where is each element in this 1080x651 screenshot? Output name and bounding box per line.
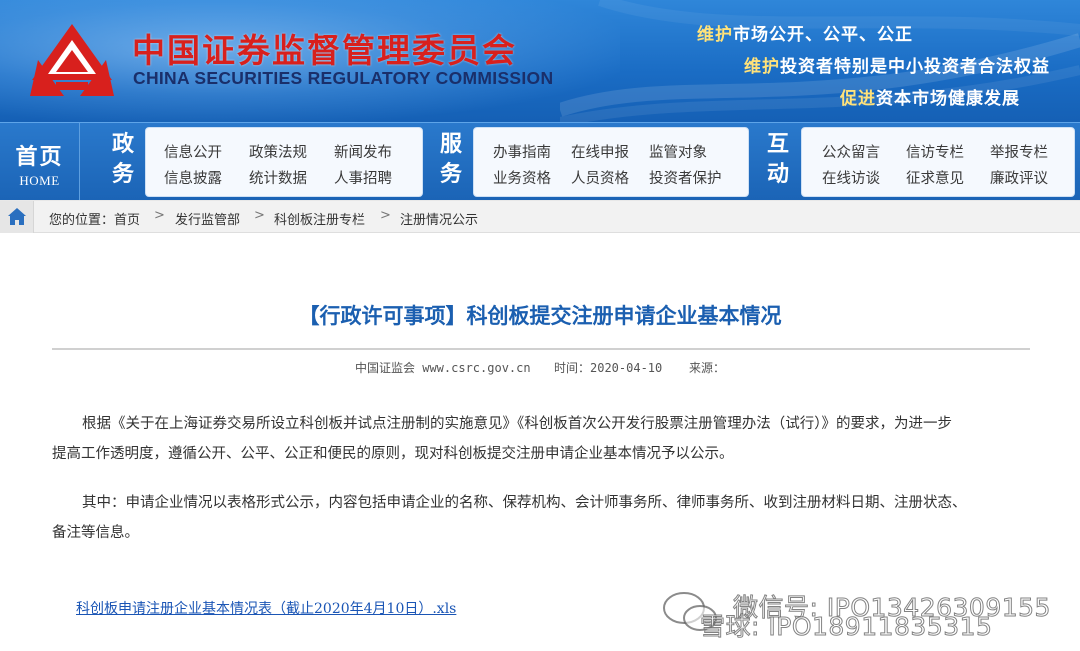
slogan-2-text: 投资者特别是中小投资者合法权益 <box>780 57 1050 77</box>
csrc-logo-icon[interactable] <box>30 20 114 98</box>
slogan-1-prefix: 维护 <box>697 25 733 45</box>
nav-link-policies[interactable]: 政策法规 <box>249 141 307 162</box>
slogan-1: 维护市场公开、公平、公正 <box>697 20 913 45</box>
nav-link-integrity-review[interactable]: 廉政评议 <box>990 167 1048 188</box>
nav-link-online-filing[interactable]: 在线申报 <box>571 141 629 162</box>
nav-category-interaction-bottom: 动 <box>766 161 789 187</box>
article-date: 时间：2020-04-10 <box>554 361 663 375</box>
slogan-2-prefix: 维护 <box>744 57 780 77</box>
breadcrumb: 您的位置：首页 > 发行监管部 > 科创板注册专栏 > 注册情况公示 <box>0 200 1080 233</box>
breadcrumb-item-issuance-dept[interactable]: 发行监管部 <box>175 209 240 228</box>
nav-category-service-top: 服 <box>439 131 462 157</box>
home-button-label-cn: 首页 <box>15 144 64 170</box>
nav-link-petition[interactable]: 信访专栏 <box>906 141 964 162</box>
nav-link-online-interview[interactable]: 在线访谈 <box>822 167 880 188</box>
breadcrumb-separator: > <box>380 208 391 223</box>
nav-box-government: 信息公开 政策法规 新闻发布 信息披露 统计数据 人事招聘 <box>145 127 423 197</box>
breadcrumb-item-home[interactable]: 您的位置：首页 <box>49 209 140 228</box>
nav-link-news[interactable]: 新闻发布 <box>334 141 392 162</box>
article-origin: 来源： <box>689 361 726 375</box>
slogan-3-prefix: 促进 <box>840 89 876 109</box>
site-header: 中国证券监督管理委员会 CHINA SECURITIES REGULATORY … <box>0 0 1080 122</box>
nav-category-service: 服 务 <box>431 129 471 195</box>
nav-link-consultation[interactable]: 征求意见 <box>906 167 964 188</box>
home-button-label-en: HOME <box>19 173 60 188</box>
article-paragraph-1-line-1: 根据《关于在上海证券交易所设立科创板并试点注册制的实施意见》《科创板首次公开发行… <box>82 416 952 432</box>
article-paragraph-1-line-2: 提高工作透明度，遵循公开、公平、公正和便民的原则，现对科创板提交注册申请企业基本… <box>52 446 734 462</box>
nav-link-report[interactable]: 举报专栏 <box>990 141 1048 162</box>
slogan-3-text: 资本市场健康发展 <box>876 89 1020 109</box>
nav-category-government-bottom: 务 <box>111 161 134 187</box>
article-paragraph-2-line-1: 其中：申请企业情况以表格形式公示，内容包括申请企业的名称、保荐机构、会计师事务所… <box>82 495 967 511</box>
slogan-1-text: 市场公开、公平、公正 <box>733 25 913 45</box>
nav-box-interaction: 公众留言 信访专栏 举报专栏 在线访谈 征求意见 廉政评议 <box>801 127 1075 197</box>
article-source: 中国证监会 www.csrc.gov.cn <box>355 361 531 375</box>
nav-category-government-top: 政 <box>111 131 134 157</box>
watermark-xueqiu-id: 雪球: IPO18911835315 <box>699 612 993 642</box>
breadcrumb-separator: > <box>254 208 265 223</box>
breadcrumb-separator: > <box>154 208 165 223</box>
nav-link-public-message[interactable]: 公众留言 <box>822 141 880 162</box>
home-button[interactable]: 首页 HOME <box>0 123 80 201</box>
nav-category-interaction-top: 互 <box>766 131 789 157</box>
nav-link-guide[interactable]: 办事指南 <box>493 141 551 162</box>
article-paragraph-1: 根据《关于在上海证券交易所设立科创板并试点注册制的实施意见》《科创板首次公开发行… <box>52 409 1032 469</box>
nav-link-personnel-qualification[interactable]: 人员资格 <box>571 167 629 188</box>
slogan-3: 促进资本市场健康发展 <box>840 84 1020 109</box>
nav-link-recruitment[interactable]: 人事招聘 <box>334 167 392 188</box>
article-paragraph-2-line-2: 备注等信息。 <box>52 525 139 541</box>
nav-category-service-bottom: 务 <box>439 161 462 187</box>
nav-box-service: 办事指南 在线申报 监管对象 业务资格 人员资格 投资者保护 <box>473 127 749 197</box>
breadcrumb-home-button[interactable] <box>0 201 34 233</box>
nav-link-info-disclosure-public[interactable]: 信息公开 <box>164 141 222 162</box>
nav-link-info-disclosure[interactable]: 信息披露 <box>164 167 222 188</box>
breadcrumb-item-star-market[interactable]: 科创板注册专栏 <box>274 209 365 228</box>
article-paragraph-2: 其中：申请企业情况以表格形式公示，内容包括申请企业的名称、保荐机构、会计师事务所… <box>52 488 1032 548</box>
title-divider <box>52 348 1030 350</box>
home-icon <box>8 208 26 225</box>
nav-category-interaction: 互 动 <box>758 129 798 195</box>
main-nav: 首页 HOME 政 务 信息公开 政策法规 新闻发布 信息披露 统计数据 人事招… <box>0 122 1080 201</box>
nav-category-government: 政 务 <box>103 129 143 195</box>
breadcrumb-item-registration-notice[interactable]: 注册情况公示 <box>400 209 478 228</box>
nav-link-regulated-entities[interactable]: 监管对象 <box>649 141 707 162</box>
nav-link-investor-protection[interactable]: 投资者保护 <box>649 167 722 188</box>
site-title-en: CHINA SECURITIES REGULATORY COMMISSION <box>133 68 554 88</box>
attachment-link[interactable]: 科创板申请注册企业基本情况表（截止2020年4月10日）.xls <box>76 598 456 618</box>
site-title-cn[interactable]: 中国证券监督管理委员会 <box>132 24 517 72</box>
nav-link-statistics[interactable]: 统计数据 <box>249 167 307 188</box>
article-title: 【行政许可事项】科创板提交注册申请企业基本情况 <box>298 304 782 328</box>
nav-link-business-qualification[interactable]: 业务资格 <box>493 167 551 188</box>
slogan-2: 维护投资者特别是中小投资者合法权益 <box>744 52 1050 77</box>
